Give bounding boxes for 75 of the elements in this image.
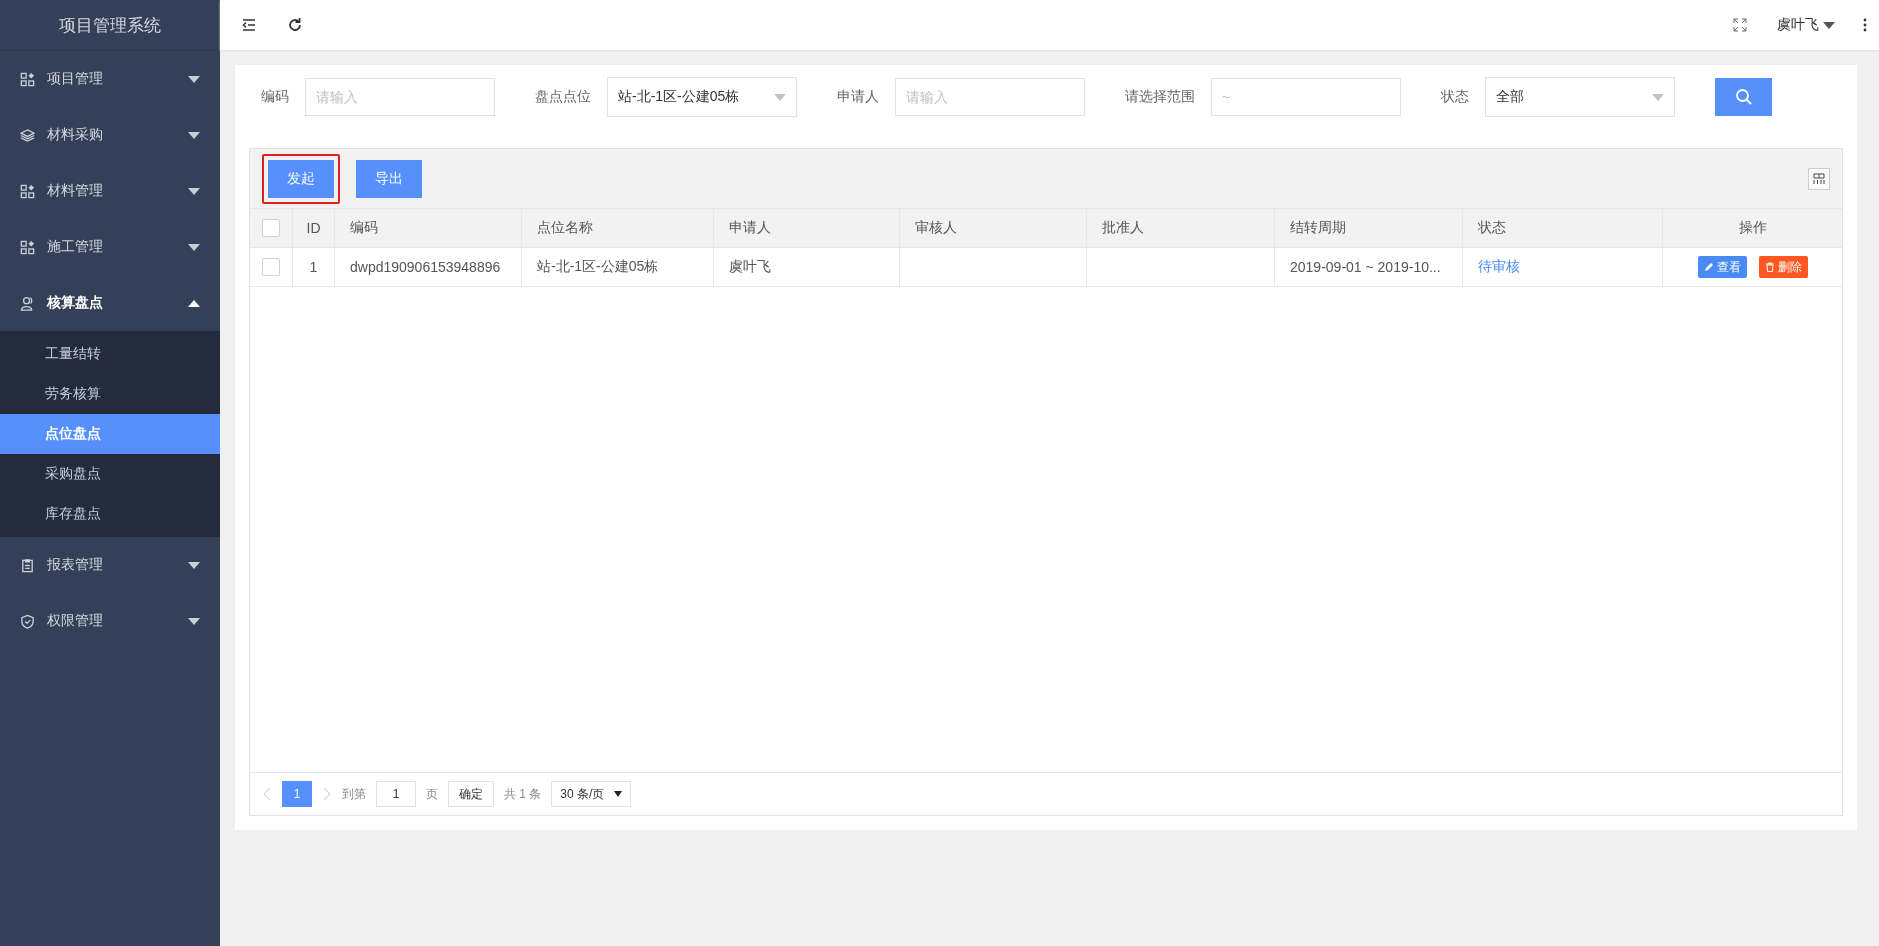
more-icon[interactable] <box>1863 18 1867 32</box>
sidebar-item[interactable]: 核算盘点 <box>0 275 220 331</box>
select-field[interactable]: 站-北-1区-公建05栋 <box>607 77 797 117</box>
sidebar-item[interactable]: 报表管理 <box>0 537 220 593</box>
caret-icon <box>1823 21 1835 29</box>
menu-icon[interactable] <box>240 16 258 34</box>
user-menu[interactable]: 虞叶飞 <box>1777 16 1835 34</box>
search-icon <box>1734 88 1753 106</box>
total-count: 共 1 条 <box>504 785 542 803</box>
caret-icon <box>188 617 200 625</box>
trash-icon <box>1764 262 1775 272</box>
select-field[interactable]: 全部 <box>1485 77 1675 117</box>
table-cell: dwpd190906153948896 <box>334 248 521 286</box>
sidebar-item[interactable]: 材料采购 <box>0 107 220 163</box>
layers-icon <box>20 127 35 143</box>
apps-icon <box>20 239 35 255</box>
table-cell: 虞叶飞 <box>713 248 899 286</box>
sidebar-item[interactable]: 权限管理 <box>0 593 220 649</box>
caret-icon <box>188 243 200 251</box>
user-icon <box>20 295 35 311</box>
column-header: 编码 <box>334 209 521 247</box>
column-header: 申请人 <box>713 209 899 247</box>
filter-label: 请选择范围 <box>1125 88 1195 106</box>
table-cell: 站-北-1区-公建05栋 <box>521 248 713 286</box>
page-unit: 页 <box>426 785 438 803</box>
sidebar-subitem[interactable]: 工量结转 <box>0 334 220 374</box>
page-size-select[interactable]: 30 条/页 <box>551 781 632 807</box>
sidebar-item[interactable]: 项目管理 <box>0 51 220 107</box>
column-header: 点位名称 <box>521 209 713 247</box>
column-header: 批准人 <box>1086 209 1274 247</box>
input-field[interactable]: 请输入 <box>305 78 495 116</box>
caret-icon <box>1652 93 1664 101</box>
caret-icon <box>188 187 200 195</box>
filter-label: 编码 <box>261 88 289 106</box>
confirm-button[interactable]: 确定 <box>448 781 494 807</box>
status-link[interactable]: 待审核 <box>1478 258 1520 276</box>
caret-icon <box>188 75 200 83</box>
caret-icon <box>188 131 200 139</box>
sidebar-subitem[interactable]: 劳务核算 <box>0 374 220 414</box>
sidebar-item[interactable]: 材料管理 <box>0 163 220 219</box>
goto-label: 到第 <box>342 785 366 803</box>
column-header: 审核人 <box>899 209 1086 247</box>
caret-icon <box>614 791 623 797</box>
table-cell: 1 <box>292 248 334 286</box>
app-title: 项目管理系统 <box>59 14 161 37</box>
caret-icon <box>774 93 786 101</box>
input-field[interactable]: 请输入 <box>895 78 1085 116</box>
table-cell: 2019-09-01 ~ 2019-10... <box>1274 248 1462 286</box>
column-header: 结转周期 <box>1274 209 1462 247</box>
sidebar-subitem[interactable]: 库存盘点 <box>0 494 220 534</box>
clipboard-icon <box>20 557 35 573</box>
sidebar-subitem[interactable]: 采购盘点 <box>0 454 220 494</box>
refresh-icon[interactable] <box>286 16 304 34</box>
apps-icon <box>20 183 35 199</box>
search-button[interactable] <box>1715 78 1772 116</box>
fullscreen-icon[interactable] <box>1731 16 1749 34</box>
input-field[interactable]: ~ <box>1211 78 1401 116</box>
filter-label: 状态 <box>1441 88 1469 106</box>
shield-icon <box>20 613 35 629</box>
checkbox[interactable] <box>262 258 280 276</box>
checkbox[interactable] <box>262 219 280 237</box>
filter-label: 盘点点位 <box>535 88 591 106</box>
apps-icon <box>20 71 35 87</box>
sidebar-item[interactable]: 施工管理 <box>0 219 220 275</box>
page-size-value: 30 条/页 <box>560 785 605 803</box>
column-header: 状态 <box>1462 209 1662 247</box>
caret-icon <box>188 561 200 569</box>
column-header: ID <box>292 209 334 247</box>
page-input[interactable]: 1 <box>376 781 416 807</box>
filter-label: 申请人 <box>837 88 879 106</box>
pencil-icon <box>1703 262 1714 272</box>
caret-icon <box>188 299 200 307</box>
columns-button[interactable] <box>1808 167 1830 190</box>
columns-icon <box>1813 172 1825 185</box>
column-header: 操作 <box>1662 209 1842 247</box>
